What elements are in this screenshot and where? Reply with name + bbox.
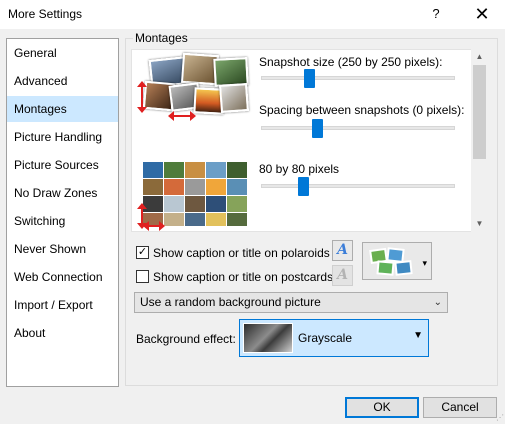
cancel-button[interactable]: Cancel [423, 397, 497, 418]
polaroid-stack-icon [369, 247, 413, 276]
sidebar-item-advanced[interactable]: Advanced [7, 68, 118, 94]
caption-postcards-checkbox[interactable] [136, 270, 149, 283]
chevron-down-icon: ⌄ [433, 297, 442, 308]
effect-preview-thumbnail [243, 323, 293, 353]
close-button[interactable]: ✕ [459, 0, 505, 30]
height-arrow-icon [137, 81, 147, 113]
scroll-down-icon[interactable]: ▼ [471, 216, 488, 232]
scrollbar-thumb[interactable] [473, 65, 486, 159]
montage-pane-scrollbar[interactable]: ▲ ▼ [471, 49, 488, 232]
sidebar-item-switching[interactable]: Switching [7, 208, 118, 234]
grid-montage-preview [143, 162, 249, 226]
sidebar-item-picture-sources[interactable]: Picture Sources [7, 152, 118, 178]
spacing-track [261, 126, 455, 130]
polaroid-font-button[interactable]: A [332, 240, 353, 261]
caption-polaroids-label[interactable]: Show caption or title on polaroids [153, 246, 330, 260]
sidebar-item-never-shown[interactable]: Never Shown [7, 236, 118, 262]
scroll-up-icon[interactable]: ▲ [471, 49, 488, 65]
grid-size-label: 80 by 80 pixels [259, 162, 340, 176]
sidebar-item-about[interactable]: About [7, 320, 118, 346]
background-mode-select[interactable]: Use a random background picture ⌄ [134, 292, 448, 313]
grid-size-slider[interactable] [298, 177, 310, 196]
sidebar-item-no-draw-zones[interactable]: No Draw Zones [7, 180, 118, 206]
polaroid-montage-preview [142, 52, 252, 120]
postcard-font-button[interactable]: A [332, 265, 353, 286]
background-effect-value: Grayscale [298, 331, 353, 345]
background-effect-select[interactable]: Grayscale ▼ [239, 319, 429, 357]
ok-button[interactable]: OK [345, 397, 419, 418]
snapshot-size-slider[interactable] [304, 69, 315, 88]
sidebar-item-picture-handling[interactable]: Picture Handling [7, 124, 118, 150]
sidebar-item-general[interactable]: General [7, 40, 118, 66]
sidebar-item-web-connection[interactable]: Web Connection [7, 264, 118, 290]
background-effect-label: Background effect: [136, 332, 236, 346]
grid-width-arrow-icon [143, 221, 165, 231]
effect-dropdown-icon: ▼ [413, 330, 423, 341]
snapshot-size-label: Snapshot size (250 by 250 pixels): [259, 55, 443, 69]
settings-sidebar: General Advanced Montages Picture Handli… [6, 38, 119, 387]
caption-polaroids-checkbox[interactable]: ✓ [136, 246, 149, 259]
width-arrow-icon [168, 111, 196, 121]
background-mode-value: Use a random background picture [140, 295, 321, 309]
title-bar: More Settings ? ✕ [0, 0, 505, 30]
sidebar-item-import-export[interactable]: Import / Export [7, 292, 118, 318]
layout-dropdown-icon: ▾ [422, 258, 427, 268]
spacing-label: Spacing between snapshots (0 pixels): [259, 103, 465, 117]
snapshot-size-track [261, 76, 455, 80]
help-button[interactable]: ? [413, 0, 459, 30]
caption-postcards-label[interactable]: Show caption or title on postcards [153, 270, 333, 284]
window-title: More Settings [8, 7, 83, 21]
polaroid-layout-button[interactable]: ▾ [362, 242, 432, 280]
montage-settings-pane: Snapshot size (250 by 250 pixels): Spaci… [131, 49, 488, 232]
grid-size-track [261, 184, 455, 188]
montages-group-label: Montages [133, 31, 190, 45]
resize-grip-icon[interactable]: ⋰ [496, 413, 504, 422]
sidebar-item-montages[interactable]: Montages [7, 96, 118, 122]
spacing-slider[interactable] [311, 119, 323, 138]
